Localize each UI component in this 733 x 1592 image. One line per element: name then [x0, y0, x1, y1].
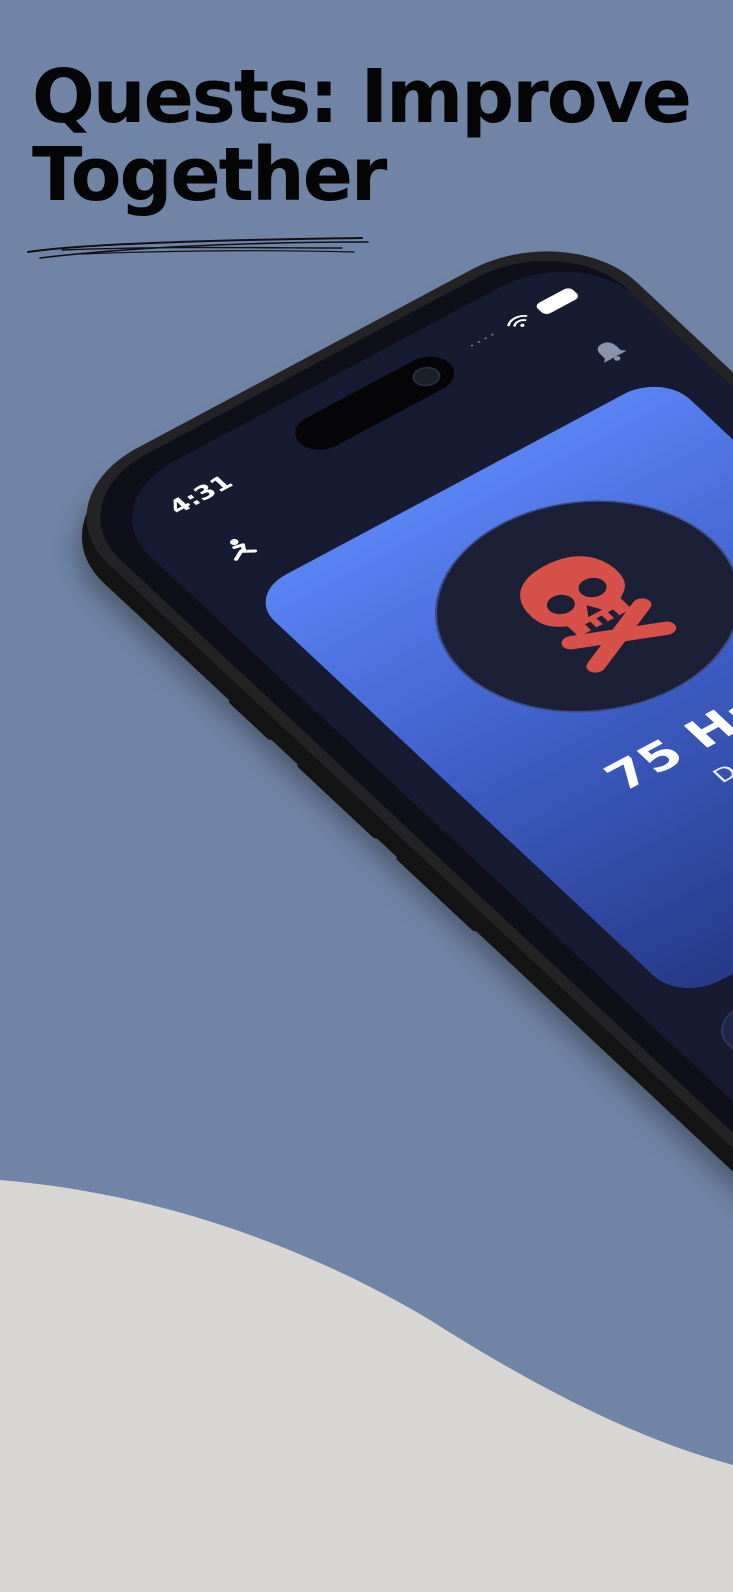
phone-frame: 4:31 ···· 75 Hard Day — [40, 218, 733, 1254]
status-indicators: ···· — [463, 285, 581, 353]
wifi-icon — [506, 314, 528, 327]
bell-icon[interactable] — [584, 334, 635, 370]
phone-screen: 4:31 ···· 75 Hard Day — [94, 244, 733, 1231]
phone-stage: 4:31 ···· 75 Hard Day — [0, 0, 733, 1592]
quest-badge — [374, 457, 733, 756]
quest-card[interactable]: 75 Hard Day 1 — [247, 373, 733, 1002]
skull-and-crossbones-icon — [520, 556, 677, 673]
signal-icon: ···· — [463, 326, 504, 354]
camera-lens — [406, 362, 446, 391]
status-time: 4:31 — [163, 471, 239, 519]
battery-icon — [533, 286, 581, 316]
phone-mockup: 4:31 ···· 75 Hard Day — [40, 30, 733, 1592]
dynamic-island — [285, 349, 465, 458]
climbing-person-icon[interactable] — [213, 532, 264, 568]
phone-bezel: 4:31 ···· 75 Hard Day — [58, 230, 733, 1242]
